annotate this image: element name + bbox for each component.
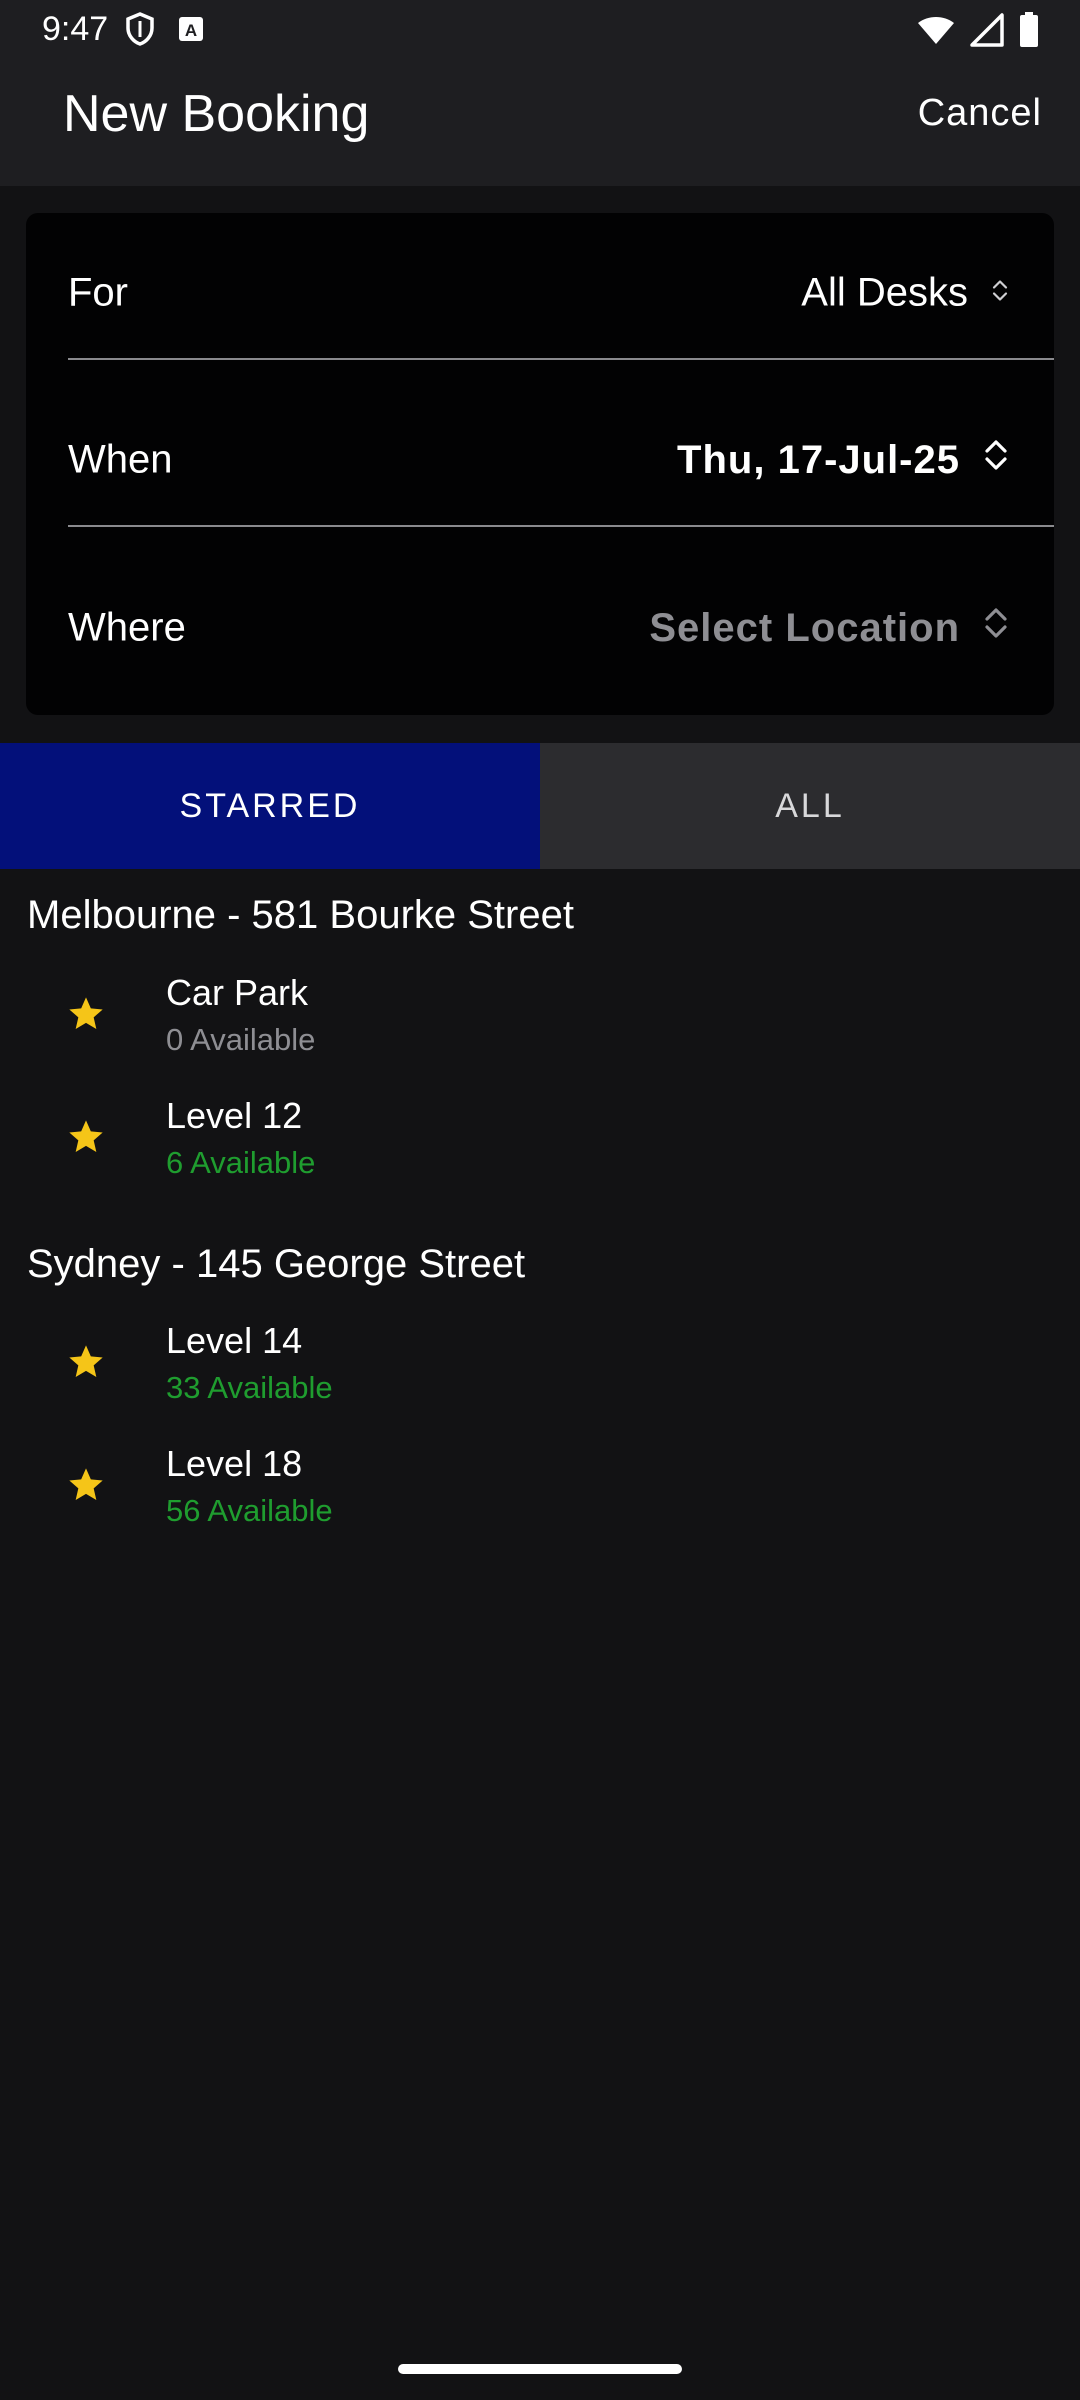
app-bar: New Booking Cancel xyxy=(0,62,1080,186)
star-icon[interactable] xyxy=(66,1117,106,1162)
star-icon[interactable] xyxy=(66,1465,106,1510)
when-row[interactable]: When Thu, 17-Jul-25 xyxy=(68,390,1054,530)
shield-icon xyxy=(126,12,154,51)
item-name: Level 14 xyxy=(166,1320,303,1361)
keyboard-a-icon: A xyxy=(178,16,204,47)
star-icon[interactable] xyxy=(66,994,106,1039)
where-placeholder: Select Location xyxy=(649,605,960,650)
list-item[interactable]: Level 12 6 Available xyxy=(0,1089,1080,1199)
chevron-up-down-icon xyxy=(990,271,1010,316)
cancel-button[interactable]: Cancel xyxy=(918,92,1042,135)
where-row[interactable]: Where Select Location xyxy=(68,558,1054,698)
battery-icon xyxy=(1018,12,1040,53)
chevron-up-down-icon xyxy=(982,436,1010,484)
when-value: Thu, 17-Jul-25 xyxy=(677,437,960,482)
booking-form-card: For All Desks When Thu, 17-Jul-25 Where … xyxy=(26,213,1054,715)
list-item[interactable]: Level 18 56 Available xyxy=(0,1437,1080,1547)
home-indicator[interactable] xyxy=(398,2364,682,2374)
item-availability: 6 Available xyxy=(166,1145,316,1180)
item-availability: 56 Available xyxy=(166,1493,333,1528)
group-title: Sydney - 145 George Street xyxy=(27,1242,526,1286)
item-name: Car Park xyxy=(166,972,309,1013)
status-bar: 9:47 A xyxy=(0,0,1080,62)
list-item[interactable]: Car Park 0 Available xyxy=(0,966,1080,1076)
for-label: For xyxy=(68,270,128,315)
for-row[interactable]: For All Desks xyxy=(68,223,1054,363)
chevron-up-down-icon xyxy=(982,604,1010,652)
signal-icon xyxy=(970,13,1004,52)
when-label: When xyxy=(68,437,173,482)
item-name: Level 12 xyxy=(166,1095,303,1136)
for-value: All Desks xyxy=(801,270,968,315)
wifi-icon xyxy=(916,14,956,51)
group-title: Melbourne - 581 Bourke Street xyxy=(27,893,574,937)
svg-text:A: A xyxy=(185,21,197,40)
status-time: 9:47 xyxy=(42,10,109,48)
tab-all[interactable]: ALL xyxy=(540,743,1080,869)
list-item[interactable]: Level 14 33 Available xyxy=(0,1314,1080,1424)
divider xyxy=(68,358,1054,360)
item-name: Level 18 xyxy=(166,1443,303,1484)
item-availability: 0 Available xyxy=(166,1022,316,1057)
page-title: New Booking xyxy=(63,85,370,143)
item-availability: 33 Available xyxy=(166,1370,333,1405)
where-label: Where xyxy=(68,605,186,650)
location-tabs: STARRED ALL xyxy=(0,743,1080,869)
star-icon[interactable] xyxy=(66,1342,106,1387)
divider xyxy=(68,525,1054,527)
tab-starred[interactable]: STARRED xyxy=(0,743,540,869)
